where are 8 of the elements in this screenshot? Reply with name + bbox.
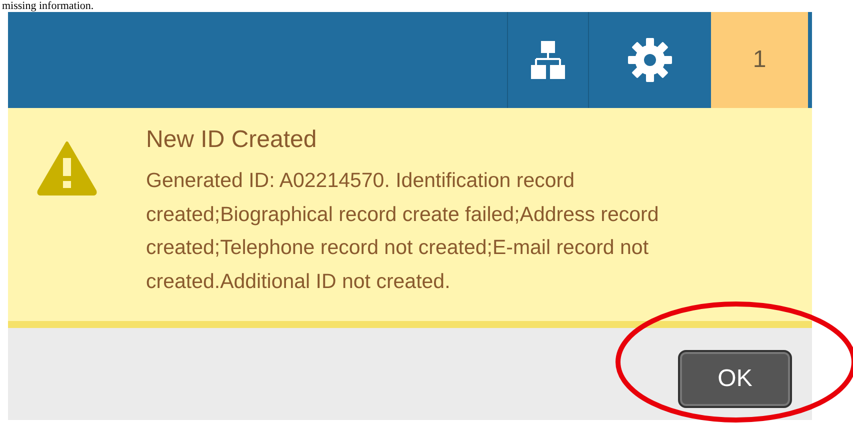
- warning-icon: [36, 140, 98, 196]
- notification-count[interactable]: 1: [711, 12, 808, 108]
- settings-icon: [627, 37, 673, 83]
- alert-title: New ID Created: [146, 126, 318, 154]
- ok-button[interactable]: OK: [678, 350, 792, 408]
- network-icon: [531, 41, 565, 79]
- document-text: missing information.: [1, 0, 95, 12]
- alert-message: Generated ID: A02214570. Identification record created;Biographical record create failed;Address record created;Telephone record not created;E-mail record not created.Additional ID not created.: [146, 168, 660, 294]
